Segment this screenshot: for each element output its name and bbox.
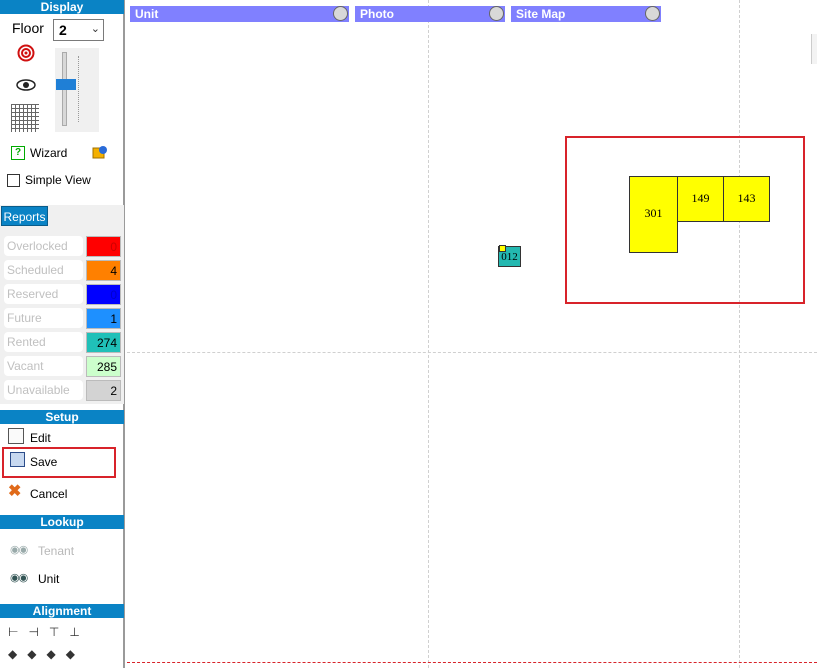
legend-photo-label: Photo: [360, 7, 394, 21]
wizard-label[interactable]: Wizard: [30, 146, 67, 160]
report-label[interactable]: Unavailable: [4, 380, 83, 400]
tab-reports[interactable]: Reports: [1, 206, 48, 226]
scrollbar[interactable]: [811, 34, 817, 64]
align-icons-row-2[interactable]: ◆◆◆◆: [8, 647, 85, 661]
align-left-icon[interactable]: ⊢: [8, 625, 28, 639]
legend-site-map[interactable]: Site Map: [511, 6, 661, 22]
unit-lookup-button[interactable]: Unit: [38, 572, 59, 586]
setup-header: Setup: [0, 410, 124, 424]
simple-view-checkbox[interactable]: [7, 174, 20, 187]
report-count: 0: [86, 236, 121, 257]
legend-site-map-toggle[interactable]: [645, 6, 660, 21]
legend-photo-toggle[interactable]: [489, 6, 504, 21]
site-map-canvas[interactable]: [127, 0, 817, 668]
align-icons-row-1[interactable]: ⊢⊣⊤⊥: [8, 625, 90, 639]
save-highlight-box: [2, 447, 116, 478]
edit-icon[interactable]: [8, 428, 24, 444]
report-count: 0: [86, 284, 121, 305]
grid-icon[interactable]: [11, 104, 39, 132]
floor-value: 2: [59, 22, 67, 38]
target-icon[interactable]: [17, 44, 35, 62]
report-count: 4: [86, 260, 121, 281]
grid-line: [127, 352, 817, 353]
cancel-icon[interactable]: ✖: [8, 484, 21, 500]
tenant-lookup-button[interactable]: Tenant: [38, 544, 74, 558]
rotate-left-icon[interactable]: ◆: [8, 647, 27, 661]
alignment-header: Alignment: [0, 604, 124, 618]
legend-unit-toggle[interactable]: [333, 6, 348, 21]
chevron-down-icon: ⌄: [90, 23, 100, 35]
lookup-header: Lookup: [0, 515, 124, 529]
flip-horizontal-icon[interactable]: ◆: [46, 647, 65, 661]
align-right-icon[interactable]: ⊣: [28, 625, 48, 639]
slider-thumb[interactable]: [56, 79, 76, 90]
export-icon[interactable]: [92, 144, 108, 160]
floor-select[interactable]: 2 ⌄: [53, 19, 104, 41]
wizard-icon[interactable]: ?: [11, 146, 25, 160]
simple-view-label[interactable]: Simple View: [25, 173, 91, 187]
cancel-button[interactable]: Cancel: [30, 487, 67, 501]
legend-site-map-label: Site Map: [516, 7, 566, 21]
report-label[interactable]: Future MoveIn: [4, 308, 83, 345]
floor-label: Floor: [12, 20, 44, 36]
report-label[interactable]: Scheduled: [4, 260, 83, 280]
units-highlight-box: [565, 136, 805, 304]
sidebar: Display Floor 2 ⌄ ? Wizard Simple View R…: [0, 0, 125, 668]
align-top-icon[interactable]: ⊤: [49, 625, 69, 639]
report-label[interactable]: Overlocked: [4, 236, 83, 256]
flip-vertical-icon[interactable]: ◆: [66, 647, 85, 661]
binoculars-icon: ◉◉: [10, 544, 28, 556]
rotate-right-icon[interactable]: ◆: [27, 647, 46, 661]
legend-unit[interactable]: Unit: [130, 6, 349, 22]
grid-line: [428, 0, 429, 668]
binoculars-icon[interactable]: ◉◉: [10, 571, 28, 584]
canvas-boundary: [127, 662, 817, 663]
align-bottom-icon[interactable]: ⊥: [69, 625, 89, 639]
edit-button[interactable]: Edit: [30, 431, 51, 445]
slider-ticks: [76, 56, 79, 122]
display-header: Display: [0, 0, 124, 14]
grid-line: [739, 0, 740, 668]
legend-photo[interactable]: Photo: [355, 6, 505, 22]
report-label[interactable]: Rented: [4, 332, 83, 352]
legend-unit-label: Unit: [135, 7, 159, 21]
eye-icon[interactable]: [16, 78, 36, 92]
report-count: 285: [86, 356, 121, 377]
report-count: 2: [86, 380, 121, 401]
report-count: 274: [86, 332, 121, 353]
report-label[interactable]: Vacant: [4, 356, 83, 376]
selection-marker[interactable]: [499, 245, 506, 252]
report-label[interactable]: Reserved: [4, 284, 83, 304]
report-count: 1: [86, 308, 121, 329]
